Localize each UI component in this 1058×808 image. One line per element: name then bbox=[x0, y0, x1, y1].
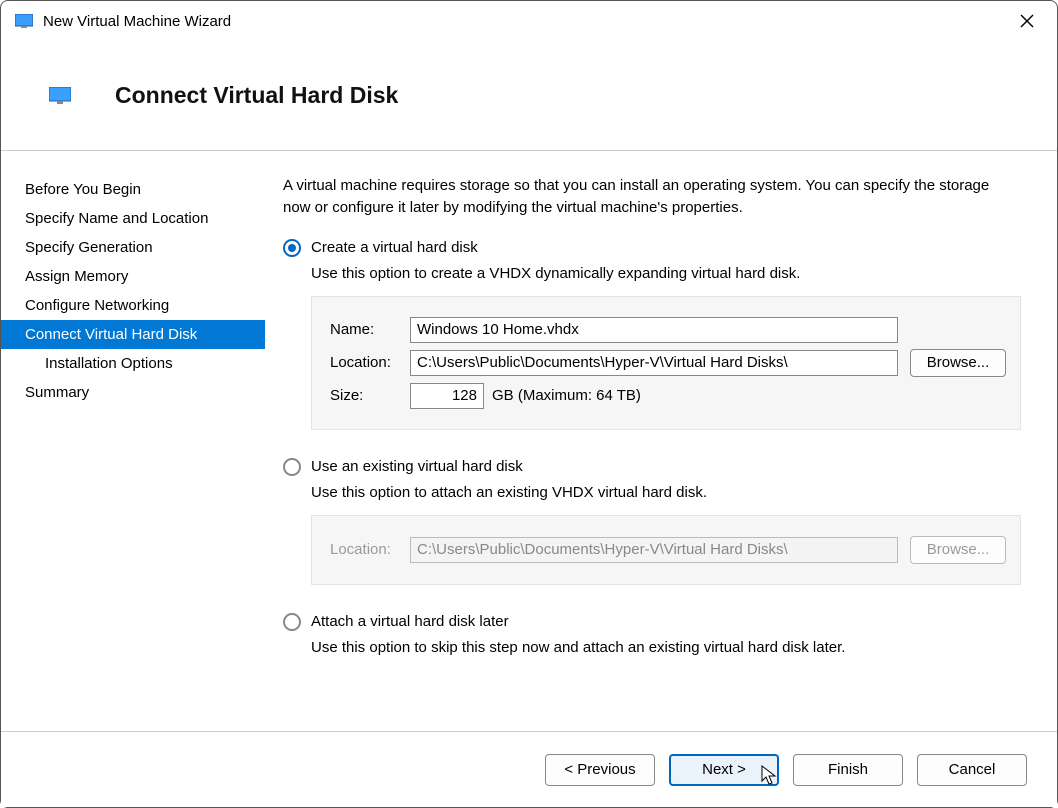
size-suffix-text: GB (Maximum: 64 TB) bbox=[492, 387, 641, 404]
vhd-size-input[interactable] bbox=[410, 383, 484, 409]
location-label: Location: bbox=[330, 354, 410, 371]
size-label: Size: bbox=[330, 387, 410, 404]
create-vhd-panel: Name: Location: Browse... Size: GB (Maxi… bbox=[311, 296, 1021, 430]
option-create-desc: Use this option to create a VHDX dynamic… bbox=[311, 265, 1021, 282]
radio-create-vhd[interactable] bbox=[283, 239, 301, 257]
browse-existing-button: Browse... bbox=[910, 536, 1006, 564]
wizard-steps-sidebar: Before You Begin Specify Name and Locati… bbox=[1, 151, 265, 731]
radio-existing-vhd[interactable] bbox=[283, 458, 301, 476]
existing-vhd-panel: Location: Browse... bbox=[311, 515, 1021, 585]
cancel-button[interactable]: Cancel bbox=[917, 754, 1027, 786]
step-connect-vhd[interactable]: Connect Virtual Hard Disk bbox=[1, 320, 265, 349]
page-monitor-icon bbox=[49, 87, 71, 105]
page-title: Connect Virtual Hard Disk bbox=[115, 82, 398, 109]
option-attach-later: Attach a virtual hard disk later Use thi… bbox=[283, 613, 1021, 656]
option-later-desc: Use this option to skip this step now an… bbox=[311, 639, 1021, 656]
option-create-label: Create a virtual hard disk bbox=[311, 239, 478, 256]
step-summary[interactable]: Summary bbox=[1, 378, 265, 407]
vhd-location-input[interactable] bbox=[410, 350, 898, 376]
step-before-you-begin[interactable]: Before You Begin bbox=[1, 175, 265, 204]
step-specify-name[interactable]: Specify Name and Location bbox=[1, 204, 265, 233]
option-existing-desc: Use this option to attach an existing VH… bbox=[311, 484, 1021, 501]
step-installation-options[interactable]: Installation Options bbox=[1, 349, 265, 378]
app-monitor-icon bbox=[15, 14, 33, 28]
close-button[interactable] bbox=[1005, 6, 1049, 36]
option-existing-vhd: Use an existing virtual hard disk Use th… bbox=[283, 458, 1021, 585]
next-button[interactable]: Next > bbox=[669, 754, 779, 786]
option-existing-label: Use an existing virtual hard disk bbox=[311, 458, 523, 475]
step-specify-generation[interactable]: Specify Generation bbox=[1, 233, 265, 262]
option-later-label: Attach a virtual hard disk later bbox=[311, 613, 509, 630]
step-assign-memory[interactable]: Assign Memory bbox=[1, 262, 265, 291]
finish-button[interactable]: Finish bbox=[793, 754, 903, 786]
radio-attach-later[interactable] bbox=[283, 613, 301, 631]
name-label: Name: bbox=[330, 321, 410, 338]
wizard-content: A virtual machine requires storage so th… bbox=[265, 151, 1057, 731]
intro-text: A virtual machine requires storage so th… bbox=[283, 175, 1003, 219]
existing-location-input bbox=[410, 537, 898, 563]
close-icon bbox=[1020, 14, 1034, 28]
titlebar: New Virtual Machine Wizard bbox=[1, 1, 1057, 41]
existing-location-label: Location: bbox=[330, 541, 410, 558]
window-title: New Virtual Machine Wizard bbox=[43, 13, 231, 30]
previous-button[interactable]: < Previous bbox=[545, 754, 655, 786]
page-header: Connect Virtual Hard Disk bbox=[1, 41, 1057, 151]
step-configure-networking[interactable]: Configure Networking bbox=[1, 291, 265, 320]
vhd-name-input[interactable] bbox=[410, 317, 898, 343]
browse-location-button[interactable]: Browse... bbox=[910, 349, 1006, 377]
option-create-vhd: Create a virtual hard disk Use this opti… bbox=[283, 239, 1021, 430]
wizard-footer: < Previous Next > Finish Cancel bbox=[1, 731, 1057, 807]
